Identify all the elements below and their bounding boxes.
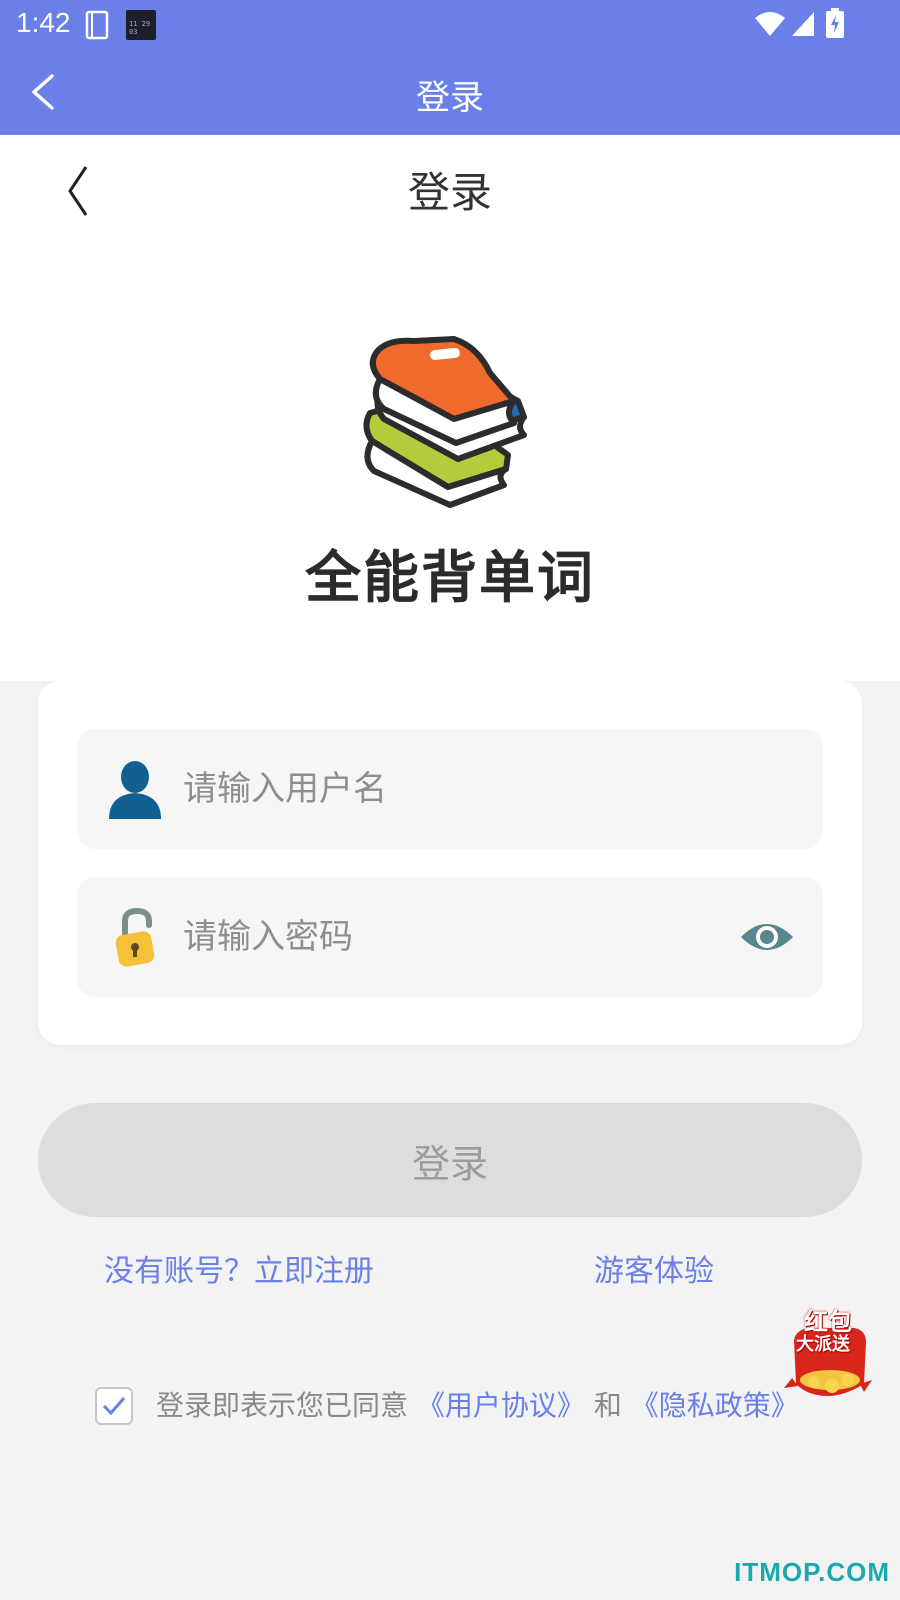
wifi-icon	[755, 12, 785, 36]
lock-icon	[115, 907, 155, 967]
login-button[interactable]: 登录	[38, 1103, 862, 1217]
username-input[interactable]	[183, 759, 703, 819]
promo-line2: 大派送	[796, 1334, 850, 1355]
agreement-checkbox[interactable]	[95, 1387, 133, 1425]
password-field[interactable]	[77, 877, 823, 997]
guest-link[interactable]: 游客体验	[594, 1246, 714, 1290]
status-bar: 1:42 11 29 03	[0, 0, 900, 50]
agreement-text: 登录即表示您已同意 《用户协议》 和 《隐私政策》	[156, 1384, 799, 1424]
checkmark-icon	[102, 1397, 126, 1416]
status-time: 1:42	[16, 7, 71, 38]
page-header: 登录 全能背单词	[0, 135, 900, 681]
login-card	[38, 681, 862, 1045]
clock-widget-icon: 11 29 03	[126, 10, 156, 40]
agreement-conjunction: 和	[593, 1389, 622, 1422]
app-bar: 登录	[0, 50, 900, 135]
app-bar-title: 登录	[416, 78, 484, 118]
app-name: 全能背单词	[305, 546, 595, 611]
page-title: 登录	[407, 168, 492, 217]
battery-charging-icon	[826, 8, 844, 38]
register-link[interactable]: 没有账号？立即注册	[104, 1246, 374, 1290]
password-input[interactable]	[183, 907, 703, 967]
user-icon	[109, 761, 161, 819]
clock-widget-text: 11 29 03	[129, 20, 151, 36]
notes-icon	[85, 10, 109, 40]
privacy-policy-link[interactable]: 《隐私政策》	[631, 1389, 799, 1422]
eye-icon[interactable]	[739, 917, 795, 957]
agreement-prefix: 登录即表示您已同意	[156, 1389, 409, 1422]
user-agreement-link[interactable]: 《用户协议》	[417, 1389, 585, 1422]
watermark: ITMOP.COM	[734, 1557, 890, 1587]
username-field[interactable]	[77, 729, 823, 849]
signal-icon	[792, 12, 814, 36]
books-stack-icon	[363, 336, 527, 508]
